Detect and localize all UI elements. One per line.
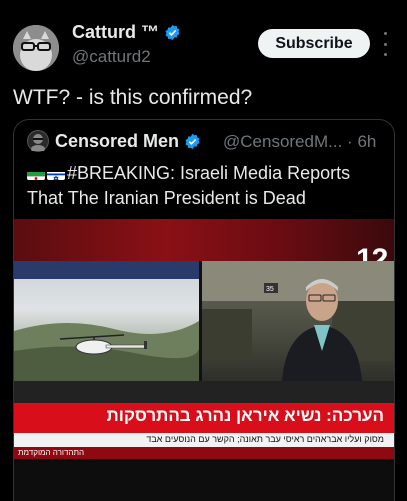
meta-separator: · (347, 132, 353, 151)
author-name[interactable]: Catturd ™ (72, 22, 181, 43)
quoted-post-card[interactable]: Censored Men @CensoredM... · 6h #BREAKIN… (13, 119, 395, 501)
svg-text:35: 35 (266, 286, 274, 293)
chyron-tag: התהדורה המוקדמת (18, 448, 85, 457)
subscribe-button[interactable]: Subscribe (258, 29, 370, 58)
quoted-author-name-text[interactable]: Censored Men (55, 131, 179, 152)
reporter-footage: 35 (202, 261, 394, 381)
tv-frame-bottom (14, 459, 394, 501)
author-avatar[interactable] (13, 25, 59, 71)
quoted-author-handle[interactable]: @CensoredM... (223, 132, 342, 151)
author-name-text[interactable]: Catturd ™ (72, 22, 159, 43)
more-dots-icon[interactable] (378, 32, 392, 56)
quoted-post-text-body: #BREAKING: Israeli Media Reports That Th… (27, 163, 351, 208)
iran-flag-icon (27, 167, 45, 180)
author-handle[interactable]: @catturd2 (72, 47, 151, 67)
post-header: Catturd ™ @catturd2 Subscribe (0, 0, 407, 80)
tv-frame-top (14, 219, 394, 261)
chyron-headline: הערכה: נשיא איראן נהרג בהתרסקות (106, 406, 384, 425)
tv-left-band (14, 261, 199, 279)
verified-badge-icon (185, 133, 200, 150)
verified-badge-icon (165, 24, 180, 41)
quoted-author-meta: @CensoredM... · 6h (223, 132, 376, 152)
tv-separator-bar (14, 381, 394, 403)
quoted-post-time[interactable]: 6h (357, 132, 376, 151)
quoted-post-text: #BREAKING: Israeli Media Reports That Th… (27, 161, 387, 211)
quoted-author-avatar[interactable] (27, 130, 49, 153)
post-text: WTF? - is this confirmed? (13, 86, 253, 109)
quoted-author-name[interactable]: Censored Men (55, 131, 201, 152)
quoted-post-media[interactable]: 12 35 הערכה: נשיא איראן נהרג בהתרסקות מס… (14, 219, 394, 501)
helicopter-footage (14, 261, 199, 381)
israel-flag-icon (47, 167, 65, 180)
chyron-subline: מסוק ועליו אבראהים ראיסי עבר תאונה; הקשר… (146, 434, 384, 444)
